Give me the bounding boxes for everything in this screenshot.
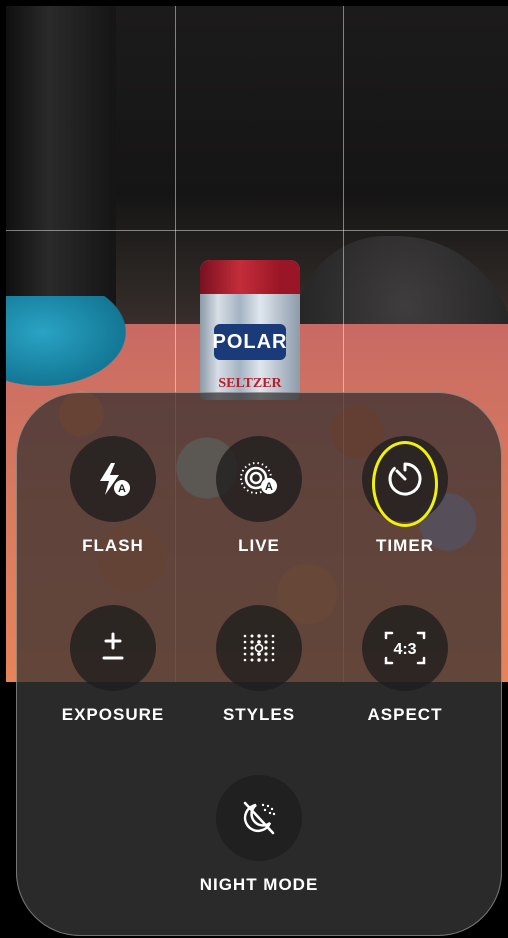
- flash-control[interactable]: A FLASH: [38, 436, 188, 556]
- live-control[interactable]: A LIVE: [184, 436, 334, 556]
- flash-button[interactable]: A: [70, 436, 156, 522]
- photographic-styles-icon: [243, 634, 275, 662]
- live-label: LIVE: [238, 536, 280, 555]
- night-mode-control[interactable]: NIGHT MODE: [184, 775, 334, 895]
- grid-line-horizontal: [6, 230, 508, 231]
- flash-auto-icon: A: [100, 463, 130, 496]
- aspect-label: ASPECT: [367, 705, 443, 724]
- exposure-label: EXPOSURE: [61, 705, 165, 724]
- live-button[interactable]: A: [216, 436, 302, 522]
- exposure-button[interactable]: [70, 605, 156, 691]
- aspect-button[interactable]: 4:3: [362, 605, 448, 691]
- timer-control[interactable]: TIMER: [330, 436, 480, 556]
- plus-minus-icon: [102, 632, 124, 660]
- can-subtitle: SELTZER: [218, 376, 282, 391]
- timer-label: TIMER: [376, 536, 434, 555]
- svg-text:A: A: [118, 483, 126, 495]
- svg-text:4:3: 4:3: [393, 641, 416, 658]
- exposure-control[interactable]: EXPOSURE: [38, 605, 188, 725]
- flash-label: FLASH: [82, 536, 144, 555]
- night-mode-label: NIGHT MODE: [199, 875, 319, 894]
- aspect-control[interactable]: 4:3 ASPECT: [330, 605, 480, 725]
- styles-control[interactable]: STYLES: [184, 605, 334, 725]
- teal-object: [6, 296, 126, 386]
- background-curtain: [6, 6, 116, 306]
- night-mode-off-icon: [243, 801, 276, 835]
- night-mode-button[interactable]: [216, 775, 302, 861]
- seltzer-can: POLAR SELTZER: [200, 260, 300, 400]
- can-brand-logo: POLAR: [213, 324, 287, 360]
- aspect-ratio-icon: 4:3: [384, 631, 426, 665]
- live-photo-auto-icon: A: [240, 462, 277, 494]
- can-top: [200, 260, 300, 294]
- timer-icon: [388, 462, 422, 496]
- timer-button[interactable]: [362, 436, 448, 522]
- styles-label: STYLES: [222, 705, 296, 724]
- styles-button[interactable]: [216, 605, 302, 691]
- svg-text:A: A: [265, 481, 273, 493]
